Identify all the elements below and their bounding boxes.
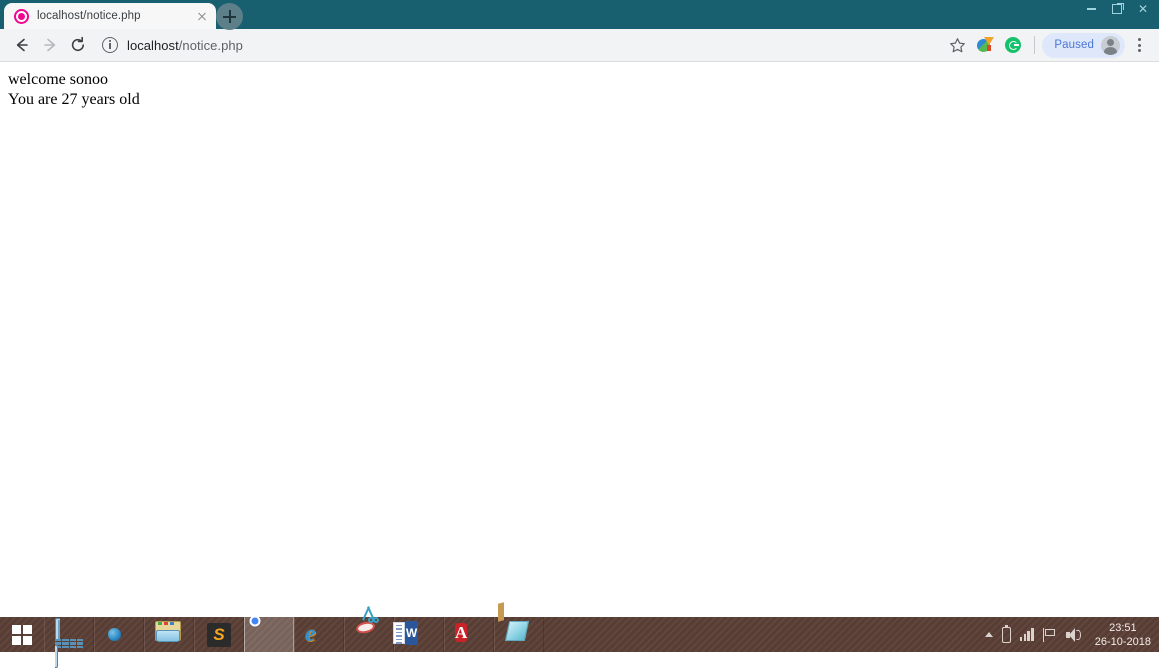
browser-window: localhost/notice.php ✕ localhost/notice.…: [0, 0, 1159, 617]
new-tab-button[interactable]: [216, 3, 243, 30]
maximize-restore-button[interactable]: [1105, 1, 1129, 17]
forward-button[interactable]: [36, 31, 64, 59]
kebab-menu-icon: [1137, 38, 1141, 41]
star-icon: [949, 37, 965, 52]
address-bar[interactable]: localhost/notice.php: [102, 32, 937, 58]
taskbar-item-snipping-tool[interactable]: [344, 605, 394, 652]
toolbar-divider: [1034, 36, 1036, 54]
network-status-button[interactable]: [1019, 628, 1034, 641]
close-window-button[interactable]: ✕: [1131, 1, 1155, 17]
firefox-icon: [105, 621, 133, 649]
internet-explorer-icon: e: [305, 621, 333, 649]
battery-icon: [1001, 624, 1011, 643]
tab-title: localhost/notice.php: [37, 10, 141, 22]
page-viewport: welcome sonoo You are 27 years old: [0, 62, 1159, 617]
url-path: /notice.php: [178, 37, 243, 53]
xampp-favicon-icon: [14, 8, 29, 24]
battery-status-button[interactable]: [1001, 624, 1011, 643]
extension-button-grammarly[interactable]: [999, 31, 1027, 59]
clock-date: 26-10-2018: [1094, 635, 1151, 648]
reload-icon: [71, 36, 84, 52]
minimize-button[interactable]: [1079, 1, 1103, 17]
arrow-right-icon: [44, 38, 56, 52]
taskbar-item-internet-explorer[interactable]: e: [294, 617, 344, 652]
taskbar-items: S e W A: [44, 601, 544, 668]
taskbar-clock[interactable]: 23:51 26-10-2018: [1091, 621, 1151, 649]
volume-button[interactable]: [1065, 627, 1082, 642]
close-icon[interactable]: [194, 8, 210, 24]
ie-glyph: e: [305, 620, 316, 647]
window-controls: ✕: [1079, 1, 1155, 17]
extension-button-internet-download-manager[interactable]: [971, 31, 999, 59]
taskbar-item-calculator[interactable]: [44, 617, 94, 668]
windows-taskbar: S e W A 23:51 26-10-2018: [0, 601, 1159, 668]
taskbar-item-sublime-text[interactable]: S: [194, 617, 244, 652]
page-line-welcome: welcome sonoo: [8, 71, 108, 88]
taskbar-item-notepad[interactable]: [494, 601, 544, 652]
tab-strip: localhost/notice.php ✕: [0, 0, 1159, 30]
notepad-icon: [498, 601, 533, 649]
profile-status-label: Paused: [1054, 39, 1094, 51]
word-icon: W: [393, 620, 433, 649]
sublime-text-icon: S: [205, 621, 233, 649]
chrome-icon: [255, 621, 283, 649]
start-button[interactable]: [0, 617, 44, 652]
acrobat-pdf-icon: A: [455, 621, 483, 649]
chevron-up-icon: [984, 632, 993, 637]
taskbar-item-firefox[interactable]: [94, 617, 144, 652]
browser-toolbar: localhost/notice.php Paused: [0, 29, 1159, 62]
taskbar-item-file-explorer[interactable]: [144, 617, 194, 652]
page-line-age: You are 27 years old: [8, 91, 140, 108]
acrobat-glyph: A: [455, 622, 468, 642]
account-avatar-icon: [1101, 35, 1120, 55]
flag-icon: [1042, 627, 1057, 642]
kebab-menu-icon: [1137, 43, 1141, 47]
taskbar-item-google-chrome[interactable]: [244, 617, 294, 652]
info-circle-icon[interactable]: [102, 37, 118, 53]
profile-button[interactable]: Paused: [1042, 32, 1125, 58]
url-text: localhost/notice.php: [127, 38, 243, 53]
browser-tab[interactable]: localhost/notice.php: [4, 3, 216, 29]
toolbar-icons: Paused: [943, 31, 1151, 59]
grammarly-g-icon: [1005, 37, 1022, 53]
windows-logo-icon: [12, 624, 32, 645]
arrow-left-icon: [16, 38, 28, 52]
word-glyph: W: [405, 620, 418, 645]
chrome-menu-button[interactable]: [1127, 31, 1151, 59]
close-icon: ✕: [1137, 2, 1149, 16]
signal-bars-icon: [1019, 628, 1034, 641]
action-center-button[interactable]: [1042, 627, 1057, 642]
calculator-icon: [55, 617, 83, 668]
taskbar-item-adobe-acrobat[interactable]: A: [444, 617, 494, 652]
speaker-icon: [1065, 627, 1082, 642]
url-host: localhost: [127, 37, 179, 53]
kebab-menu-icon: [1137, 49, 1141, 52]
sublime-text-glyph: S: [207, 622, 231, 647]
snipping-tool-icon: [355, 605, 383, 649]
clock-time: 23:51: [1109, 621, 1137, 634]
bookmark-star-button[interactable]: [943, 31, 971, 59]
system-tray: 23:51 26-10-2018: [984, 617, 1159, 652]
back-button[interactable]: [8, 31, 36, 59]
reload-button[interactable]: [64, 31, 92, 59]
idm-globe-icon: [976, 37, 994, 53]
file-explorer-icon: [155, 620, 183, 649]
show-hidden-icons-button[interactable]: [984, 632, 993, 637]
taskbar-item-microsoft-word[interactable]: W: [393, 617, 444, 652]
